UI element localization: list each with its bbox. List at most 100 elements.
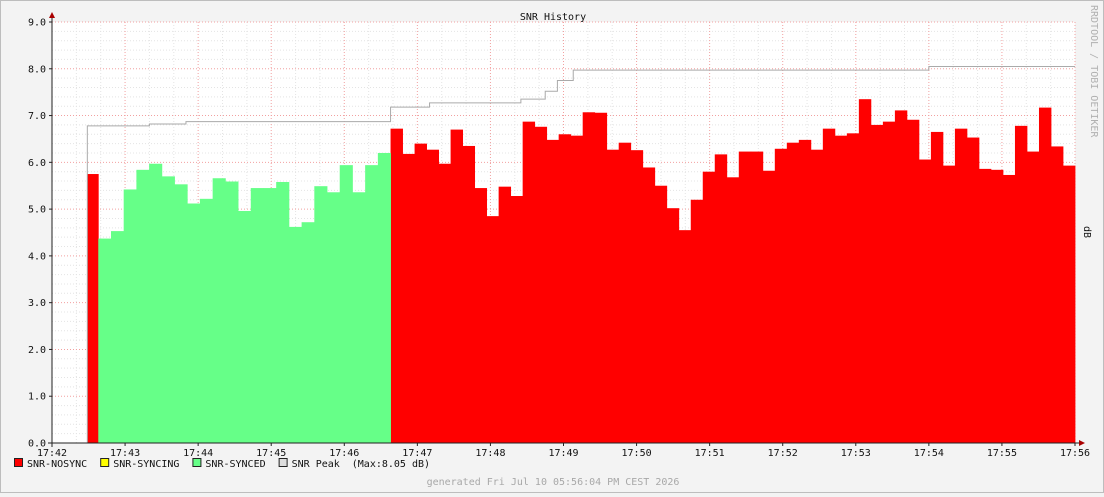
- snr-nosync-bar: [762, 170, 776, 443]
- watermark: RRDTOOL / TOBI OETIKER: [1088, 5, 1099, 138]
- legend: SNR-NOSYNC SNR-SYNCING SNR-SYNCED SNR Peak (…: [14, 458, 430, 470]
- snr-synced-bar: [238, 210, 252, 443]
- snr-synced-bar: [149, 163, 163, 444]
- snr-nosync-bar: [87, 174, 99, 443]
- snr-synced-bar: [187, 203, 201, 443]
- snr-nosync-bar: [894, 110, 908, 443]
- y-axis-label: dB: [1081, 226, 1092, 238]
- x-tick-label: 17:50: [622, 448, 652, 459]
- x-tick-label: 17:55: [987, 448, 1017, 459]
- x-tick-label: 17:53: [841, 448, 871, 459]
- snr-nosync-bar: [798, 139, 812, 443]
- snr-nosync-bar: [462, 145, 476, 443]
- snr-nosync-bar: [690, 199, 704, 443]
- chart-frame: 0.0 1.0 2.0 3.0 4.0 5.0 6.0 7.0 8.0 9.0 17:42 17:4…: [0, 0, 1104, 493]
- snr-synced-bar: [327, 192, 341, 443]
- snr-synced-bar: [212, 178, 226, 444]
- x-axis-arrow: [1079, 440, 1085, 446]
- snr-synced-bar: [123, 189, 137, 443]
- snr-nosync-bar: [990, 169, 1004, 443]
- snr-nosync-bar: [678, 230, 692, 443]
- snr-nosync-bar: [978, 168, 992, 443]
- snr-nosync-bar: [438, 163, 451, 444]
- legend-swatch: [100, 458, 110, 467]
- snr-nosync-bar: [450, 129, 464, 443]
- legend-peak-max: (Max:8.05 dB): [352, 459, 430, 470]
- snr-synced-bar: [263, 188, 277, 443]
- snr-synced-bar: [377, 152, 391, 444]
- snr-nosync-bar: [606, 149, 620, 443]
- legend-label: SNR-NOSYNC: [27, 459, 87, 470]
- snr-nosync-bar: [774, 148, 788, 443]
- snr-nosync-bar: [822, 128, 836, 443]
- snr-synced-bar: [314, 186, 328, 443]
- snr-nosync-bar: [858, 99, 872, 444]
- snr-nosync-bar: [570, 135, 584, 444]
- x-tick-labels: 17:42 17:43 17:44 17:45 17:46 17:47 17:48 17:49…: [37, 443, 1090, 459]
- snr-nosync-bar: [906, 119, 920, 444]
- y-tick-label: 9.0: [28, 18, 46, 29]
- x-tick-label: 17:46: [329, 448, 359, 459]
- snr-nosync-bar: [390, 128, 403, 443]
- snr-synced-bar: [161, 176, 175, 443]
- snr-nosync-bar: [510, 196, 524, 443]
- snr-nosync-bar: [870, 124, 884, 443]
- snr-synced-bar: [339, 165, 353, 443]
- snr-synced-bar: [199, 198, 214, 443]
- x-tick-label: 17:54: [914, 448, 944, 459]
- snr-nosync-bar: [786, 142, 800, 443]
- snr-nosync-bar: [534, 126, 548, 443]
- snr-nosync-bar: [702, 171, 716, 443]
- snr-nosync-bar: [750, 151, 764, 443]
- x-tick-label: 17:43: [110, 448, 140, 459]
- snr-nosync-bar: [918, 159, 932, 443]
- snr-nosync-bar: [666, 208, 680, 443]
- legend-label: SNR-SYNCING: [113, 459, 179, 470]
- y-tick-label: 7.0: [28, 111, 46, 122]
- x-tick-label: 17:52: [768, 448, 798, 459]
- snr-synced-bar: [288, 226, 303, 443]
- snr-nosync-bar: [1002, 174, 1016, 443]
- x-tick-label: 17:49: [548, 448, 578, 459]
- snr-nosync-bar: [1026, 151, 1040, 443]
- x-tick-label: 17:42: [37, 448, 67, 459]
- y-tick-label: 1.0: [28, 392, 46, 403]
- snr-synced-bar: [301, 222, 315, 443]
- snr-nosync-bar: [498, 186, 512, 443]
- y-tick-labels: 0.01.02.03.04.05.06.07.08.09.0: [28, 18, 52, 450]
- snr-nosync-bar: [966, 137, 980, 444]
- snr-nosync-bar: [402, 153, 415, 443]
- snr-nosync-bar: [558, 134, 572, 443]
- snr-synced-bar: [98, 238, 112, 443]
- x-tick-label: 17:47: [402, 448, 432, 459]
- legend-label: SNR Peak: [292, 459, 340, 470]
- snr-nosync-bar: [1038, 107, 1052, 443]
- snr-nosync-bar: [654, 185, 668, 443]
- snr-nosync-bar: [594, 112, 608, 443]
- y-tick-label: 3.0: [28, 298, 46, 309]
- x-tick-label: 17:48: [475, 448, 505, 459]
- snr-nosync-bar: [1014, 125, 1028, 443]
- snr-synced-bar: [250, 188, 264, 443]
- x-tick-label: 17:44: [183, 448, 213, 459]
- snr-nosync-bar: [642, 167, 656, 444]
- snr-synced-bar: [352, 192, 366, 443]
- legend-swatch: [14, 458, 23, 467]
- snr-nosync-bar: [582, 112, 596, 443]
- y-tick-label: 5.0: [28, 205, 46, 216]
- generated-footer: generated Fri Jul 10 05:56:04 PM CEST 20…: [427, 477, 680, 488]
- snr-nosync-bar: [738, 151, 752, 443]
- snr-nosync-bar: [726, 177, 740, 444]
- snr-nosync-bar: [810, 149, 824, 443]
- x-tick-label: 17:51: [695, 448, 725, 459]
- x-tick-label: 17:45: [256, 448, 286, 459]
- snr-nosync-bar: [930, 131, 944, 443]
- snr-nosync-bar: [414, 143, 427, 443]
- snr-nosync-bar: [522, 121, 536, 443]
- legend-swatch: [278, 458, 288, 467]
- y-tick-label: 6.0: [28, 158, 46, 169]
- snr-nosync-bar: [846, 133, 860, 443]
- snr-nosync-bar: [1062, 165, 1076, 444]
- snr-synced-bar: [365, 165, 379, 443]
- y-tick-label: 2.0: [28, 345, 46, 356]
